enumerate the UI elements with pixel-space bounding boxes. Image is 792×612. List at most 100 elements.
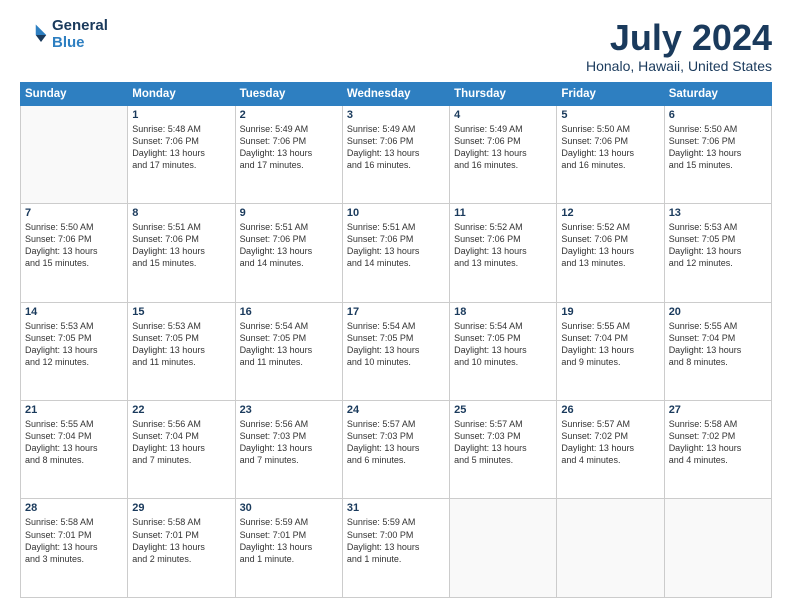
cell-info: Sunrise: 5:53 AM Sunset: 7:05 PM Dayligh…	[25, 320, 123, 369]
day-number: 17	[347, 306, 445, 318]
day-number: 3	[347, 109, 445, 121]
table-row: 13 Sunrise: 5:53 AM Sunset: 7:05 PM Dayli…	[664, 204, 771, 302]
table-row: 31 Sunrise: 5:59 AM Sunset: 7:00 PM Dayli…	[342, 499, 449, 598]
cell-info: Sunrise: 5:57 AM Sunset: 7:03 PM Dayligh…	[454, 418, 552, 467]
day-number: 21	[25, 404, 123, 416]
table-row: 1 Sunrise: 5:48 AM Sunset: 7:06 PM Daylig…	[128, 105, 235, 203]
subtitle: Honalo, Hawaii, United States	[586, 58, 772, 74]
table-row: 4 Sunrise: 5:49 AM Sunset: 7:06 PM Daylig…	[450, 105, 557, 203]
header-sunday: Sunday	[21, 82, 128, 105]
cell-info: Sunrise: 5:59 AM Sunset: 7:00 PM Dayligh…	[347, 516, 445, 565]
table-row: 9 Sunrise: 5:51 AM Sunset: 7:06 PM Daylig…	[235, 204, 342, 302]
day-number: 22	[132, 404, 230, 416]
day-number: 19	[561, 306, 659, 318]
week-row-5: 28Sunrise: 5:58 AM Sunset: 7:01 PM Dayli…	[21, 499, 772, 598]
table-row: 17 Sunrise: 5:54 AM Sunset: 7:05 PM Dayli…	[342, 302, 449, 400]
table-row	[557, 499, 664, 598]
cell-info: Sunrise: 5:55 AM Sunset: 7:04 PM Dayligh…	[669, 320, 767, 369]
table-row	[664, 499, 771, 598]
table-row: 6 Sunrise: 5:50 AM Sunset: 7:06 PM Daylig…	[664, 105, 771, 203]
cell-info: Sunrise: 5:49 AM Sunset: 7:06 PM Dayligh…	[454, 123, 552, 172]
day-number: 2	[240, 109, 338, 121]
cell-info: Sunrise: 5:53 AM Sunset: 7:05 PM Dayligh…	[132, 320, 230, 369]
day-number: 7	[25, 207, 123, 219]
cell-info: Sunrise: 5:54 AM Sunset: 7:05 PM Dayligh…	[454, 320, 552, 369]
logo-line1: General	[52, 18, 108, 35]
cell-info: Sunrise: 5:51 AM Sunset: 7:06 PM Dayligh…	[132, 221, 230, 270]
cell-info: Sunrise: 5:51 AM Sunset: 7:06 PM Dayligh…	[240, 221, 338, 270]
header-saturday: Saturday	[664, 82, 771, 105]
day-number: 26	[561, 404, 659, 416]
day-number: 15	[132, 306, 230, 318]
logo-line2: Blue	[52, 35, 108, 52]
logo-icon	[20, 21, 48, 49]
table-row: 27 Sunrise: 5:58 AM Sunset: 7:02 PM Dayli…	[664, 401, 771, 499]
day-number: 5	[561, 109, 659, 121]
cell-info: Sunrise: 5:53 AM Sunset: 7:05 PM Dayligh…	[669, 221, 767, 270]
cell-info: Sunrise: 5:52 AM Sunset: 7:06 PM Dayligh…	[561, 221, 659, 270]
day-number: 14	[25, 306, 123, 318]
table-row: 18 Sunrise: 5:54 AM Sunset: 7:05 PM Dayli…	[450, 302, 557, 400]
cell-info: Sunrise: 5:50 AM Sunset: 7:06 PM Dayligh…	[25, 221, 123, 270]
cell-info: Sunrise: 5:54 AM Sunset: 7:05 PM Dayligh…	[347, 320, 445, 369]
week-row-3: 14 Sunrise: 5:53 AM Sunset: 7:05 PM Dayli…	[21, 302, 772, 400]
week-row-4: 21Sunrise: 5:55 AM Sunset: 7:04 PM Dayli…	[21, 401, 772, 499]
table-row: 30 Sunrise: 5:59 AM Sunset: 7:01 PM Dayli…	[235, 499, 342, 598]
day-number: 27	[669, 404, 767, 416]
day-number: 13	[669, 207, 767, 219]
cell-info: Sunrise: 5:59 AM Sunset: 7:01 PM Dayligh…	[240, 516, 338, 565]
day-number: 25	[454, 404, 552, 416]
weekday-header-row: Sunday Monday Tuesday Wednesday Thursday…	[21, 82, 772, 105]
day-number: 30	[240, 502, 338, 514]
header-tuesday: Tuesday	[235, 82, 342, 105]
day-number: 10	[347, 207, 445, 219]
cell-info: Sunrise: 5:48 AM Sunset: 7:06 PM Dayligh…	[132, 123, 230, 172]
table-row: 12Sunrise: 5:52 AM Sunset: 7:06 PM Dayli…	[557, 204, 664, 302]
page: General Blue July 2024 Honalo, Hawaii, U…	[0, 0, 792, 612]
table-row: 21Sunrise: 5:55 AM Sunset: 7:04 PM Dayli…	[21, 401, 128, 499]
table-row: 26 Sunrise: 5:57 AM Sunset: 7:02 PM Dayli…	[557, 401, 664, 499]
table-row: 16 Sunrise: 5:54 AM Sunset: 7:05 PM Dayli…	[235, 302, 342, 400]
table-row: 29 Sunrise: 5:58 AM Sunset: 7:01 PM Dayli…	[128, 499, 235, 598]
logo: General Blue	[20, 18, 108, 51]
table-row: 25 Sunrise: 5:57 AM Sunset: 7:03 PM Dayli…	[450, 401, 557, 499]
day-number: 8	[132, 207, 230, 219]
table-row	[450, 499, 557, 598]
day-number: 18	[454, 306, 552, 318]
cell-info: Sunrise: 5:50 AM Sunset: 7:06 PM Dayligh…	[561, 123, 659, 172]
header-wednesday: Wednesday	[342, 82, 449, 105]
table-row	[21, 105, 128, 203]
day-number: 31	[347, 502, 445, 514]
cell-info: Sunrise: 5:58 AM Sunset: 7:01 PM Dayligh…	[132, 516, 230, 565]
table-row: 8 Sunrise: 5:51 AM Sunset: 7:06 PM Daylig…	[128, 204, 235, 302]
day-number: 24	[347, 404, 445, 416]
day-number: 6	[669, 109, 767, 121]
day-number: 29	[132, 502, 230, 514]
week-row-1: 1 Sunrise: 5:48 AM Sunset: 7:06 PM Daylig…	[21, 105, 772, 203]
table-row: 24 Sunrise: 5:57 AM Sunset: 7:03 PM Dayli…	[342, 401, 449, 499]
cell-info: Sunrise: 5:54 AM Sunset: 7:05 PM Dayligh…	[240, 320, 338, 369]
table-row: 2Sunrise: 5:49 AM Sunset: 7:06 PM Daylig…	[235, 105, 342, 203]
day-number: 20	[669, 306, 767, 318]
day-number: 1	[132, 109, 230, 121]
day-number: 11	[454, 207, 552, 219]
table-row: 15 Sunrise: 5:53 AM Sunset: 7:05 PM Dayli…	[128, 302, 235, 400]
table-row: 19 Sunrise: 5:55 AM Sunset: 7:04 PM Dayli…	[557, 302, 664, 400]
cell-info: Sunrise: 5:57 AM Sunset: 7:03 PM Dayligh…	[347, 418, 445, 467]
table-row: 10 Sunrise: 5:51 AM Sunset: 7:06 PM Dayli…	[342, 204, 449, 302]
table-row: 20 Sunrise: 5:55 AM Sunset: 7:04 PM Dayli…	[664, 302, 771, 400]
cell-info: Sunrise: 5:55 AM Sunset: 7:04 PM Dayligh…	[561, 320, 659, 369]
cell-info: Sunrise: 5:56 AM Sunset: 7:04 PM Dayligh…	[132, 418, 230, 467]
main-title: July 2024	[586, 18, 772, 58]
title-block: July 2024 Honalo, Hawaii, United States	[586, 18, 772, 74]
header-friday: Friday	[557, 82, 664, 105]
cell-info: Sunrise: 5:57 AM Sunset: 7:02 PM Dayligh…	[561, 418, 659, 467]
cell-info: Sunrise: 5:51 AM Sunset: 7:06 PM Dayligh…	[347, 221, 445, 270]
cell-info: Sunrise: 5:58 AM Sunset: 7:02 PM Dayligh…	[669, 418, 767, 467]
day-number: 16	[240, 306, 338, 318]
table-row: 14 Sunrise: 5:53 AM Sunset: 7:05 PM Dayli…	[21, 302, 128, 400]
day-number: 4	[454, 109, 552, 121]
cell-info: Sunrise: 5:50 AM Sunset: 7:06 PM Dayligh…	[669, 123, 767, 172]
cell-info: Sunrise: 5:56 AM Sunset: 7:03 PM Dayligh…	[240, 418, 338, 467]
day-number: 9	[240, 207, 338, 219]
